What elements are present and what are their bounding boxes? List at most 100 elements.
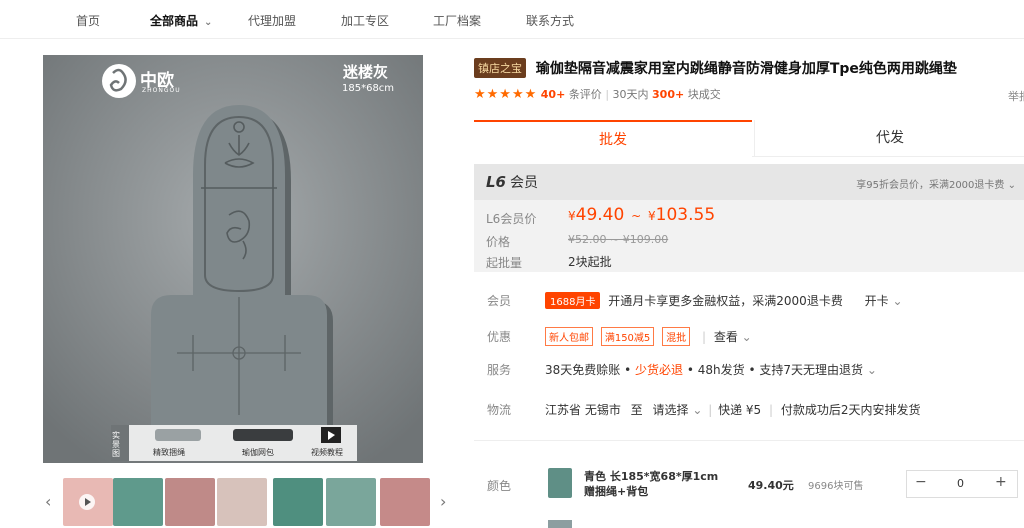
- thumbnail[interactable]: [217, 478, 267, 526]
- nav-agent[interactable]: 代理加盟: [248, 12, 296, 29]
- separator: |: [769, 403, 774, 417]
- price-low: 49.40: [575, 205, 625, 225]
- nav-contact[interactable]: 联系方式: [526, 12, 574, 29]
- view-promo-label: 查看: [713, 330, 738, 344]
- purchase-tabs: 批发 代发: [474, 120, 1024, 158]
- chevron-down-icon[interactable]: ⌄: [867, 363, 877, 377]
- promo-row-label: 优惠: [487, 330, 512, 344]
- sold-count: 300+: [652, 88, 685, 101]
- promo-tag: 满150减5: [600, 327, 655, 346]
- tab-dropship[interactable]: 代发: [754, 120, 1024, 156]
- member-row-label: 会员: [487, 294, 512, 308]
- express-fee: 快递 ¥5: [718, 403, 762, 417]
- rating-row: ★★★★★ 40+ 条评价 | 30天内 300+ 块成交: [474, 86, 1024, 102]
- to-label: 至: [630, 403, 643, 417]
- brand-name-en: ZHONGOU: [142, 87, 181, 94]
- accessory-label-video: 视频教程: [311, 448, 343, 457]
- accessory-label-rope: 精致捆绳: [153, 448, 185, 457]
- chevron-down-icon: ⌄: [1007, 180, 1016, 191]
- member-tip-text: 享95折会员价，采满2000退卡费: [856, 180, 1005, 191]
- destination-placeholder: 请选择: [652, 403, 689, 417]
- price-high: 103.55: [655, 205, 716, 225]
- star-rating-icon: ★★★★★: [474, 87, 538, 102]
- thumbnail[interactable]: [326, 478, 376, 526]
- member-tip[interactable]: 享95折会员价，采满2000退卡费 ⌄: [856, 176, 1016, 191]
- top-nav: 首页 全部商品 ⌄ 代理加盟 加工专区 工厂档案 联系方式: [0, 0, 1024, 39]
- separator: |: [701, 330, 706, 344]
- sku-name-line2: 赠捆绳+背包: [584, 485, 649, 498]
- product-title-row: 镇店之宝 瑜伽垫隔音减震家用室内跳绳静音防滑健身加厚Tpe纯色两用跳绳垫: [474, 58, 1024, 78]
- member-price-box: L6 会员 享95折会员价，采满2000退卡费 ⌄ L6会员价 ¥49.40 ~ …: [474, 164, 1024, 272]
- moq-value: 2块起批: [568, 255, 612, 269]
- bag-icon: [233, 429, 293, 441]
- service-credit: 38天免费赊账: [545, 363, 621, 377]
- price-tilde: ~: [631, 209, 642, 223]
- plus-button[interactable]: +: [995, 474, 1007, 490]
- open-card-link[interactable]: 开卡 ⌄: [865, 294, 903, 308]
- logistics-row: 江苏省 无锡市 至 请选择 ⌄ | 快递 ¥5 | 付款成功后2天内安排发货: [545, 401, 921, 418]
- sku-name-line1: 青色 长185*宽68*厚1cm: [584, 470, 719, 483]
- chevron-down-icon: ⌄: [892, 294, 903, 308]
- thumbnail[interactable]: [113, 478, 163, 526]
- sku-swatch[interactable]: [548, 520, 572, 528]
- member-card-row: 1688月卡 开通月卡享更多金融权益，采满2000退卡费 开卡 ⌄: [545, 292, 903, 309]
- divider: [474, 440, 1024, 441]
- thumbnail[interactable]: [273, 478, 323, 526]
- nav-factory[interactable]: 工厂档案: [433, 12, 481, 29]
- member-level: L6 会员: [486, 172, 538, 192]
- chevron-right-icon[interactable]: ›: [440, 492, 446, 511]
- dot: •: [748, 363, 756, 377]
- thumbnail[interactable]: [165, 478, 215, 526]
- quantity-stepper: − 0 +: [906, 470, 1018, 498]
- promo-tag: 新人包邮: [545, 327, 593, 346]
- nav-home[interactable]: 首页: [76, 12, 100, 29]
- service-row-label: 服务: [487, 363, 512, 377]
- shop-badge: 镇店之宝: [474, 58, 526, 78]
- reviews-label: 条评价: [568, 88, 602, 101]
- member-level-label: 会员: [510, 175, 538, 191]
- separator: |: [605, 88, 610, 101]
- nav-all-products-label: 全部商品: [150, 14, 199, 28]
- nav-all-products[interactable]: 全部商品 ⌄: [150, 12, 212, 29]
- orig-price-label: 价格: [486, 235, 511, 249]
- sku-name: 青色 长185*宽68*厚1cm 赠捆绳+背包: [584, 469, 718, 499]
- product-main-image[interactable]: 中欧 ZHONGOU 迷楼灰 185*68cm 实景图 精致捆绳 瑜伽网包 视频…: [43, 55, 423, 463]
- color-name: 迷楼灰: [343, 63, 389, 81]
- sku-price: 49.40元: [748, 479, 794, 492]
- tab-wholesale[interactable]: 批发: [474, 120, 752, 158]
- service-48h: 48h发货: [697, 363, 745, 377]
- sku-swatch[interactable]: [548, 468, 572, 498]
- size-text: 185*68cm: [342, 83, 395, 94]
- nav-processing[interactable]: 加工专区: [341, 12, 389, 29]
- service-refund: 少货必退: [635, 363, 684, 377]
- logistics-row-label: 物流: [487, 403, 512, 417]
- destination-select[interactable]: 请选择 ⌄: [653, 403, 703, 417]
- chevron-down-icon: ⌄: [741, 330, 752, 344]
- service-7day: 支持7天无理由退货: [759, 363, 864, 377]
- origin-location: 江苏省 无锡市: [545, 403, 621, 417]
- reviews-count[interactable]: 40+: [541, 88, 566, 101]
- ship-note: 付款成功后2天内安排发货: [780, 403, 921, 417]
- open-card-label: 开卡: [864, 294, 889, 308]
- thumbnail[interactable]: [63, 478, 113, 526]
- yoga-mat-illustration: [43, 55, 423, 463]
- member-price: ¥49.40 ~ ¥103.55: [568, 205, 715, 225]
- view-promo-link[interactable]: 查看 ⌄: [714, 330, 752, 344]
- orig-price: ¥52.00 ~ ¥109.00: [568, 233, 669, 246]
- color-label: 颜色: [487, 479, 512, 493]
- thumbnail-strip: ‹ ›: [43, 476, 455, 528]
- promo-tag: 混批: [662, 327, 691, 346]
- dot: •: [624, 363, 632, 377]
- thumbnail[interactable]: [380, 478, 430, 526]
- chevron-left-icon[interactable]: ‹: [45, 492, 51, 511]
- service-row: 38天免费赊账 • 少货必退 • 48h发货 • 支持7天无理由退货 ⌄: [545, 361, 877, 378]
- product-title: 瑜伽垫隔音减震家用室内跳绳静音防滑健身加厚Tpe纯色两用跳绳垫: [535, 61, 957, 77]
- accessory-label-bag: 瑜伽网包: [242, 448, 274, 457]
- currency-symbol: ¥: [568, 209, 576, 223]
- promo-row: 新人包邮 满150减5 混批 | 查看 ⌄: [545, 327, 752, 346]
- moq-label: 起批量: [486, 256, 523, 270]
- minus-button[interactable]: −: [915, 474, 927, 490]
- quantity-input[interactable]: 0: [957, 477, 964, 490]
- card-text: 开通月卡享更多金融权益，采满2000退卡费: [608, 294, 843, 308]
- dot: •: [686, 363, 694, 377]
